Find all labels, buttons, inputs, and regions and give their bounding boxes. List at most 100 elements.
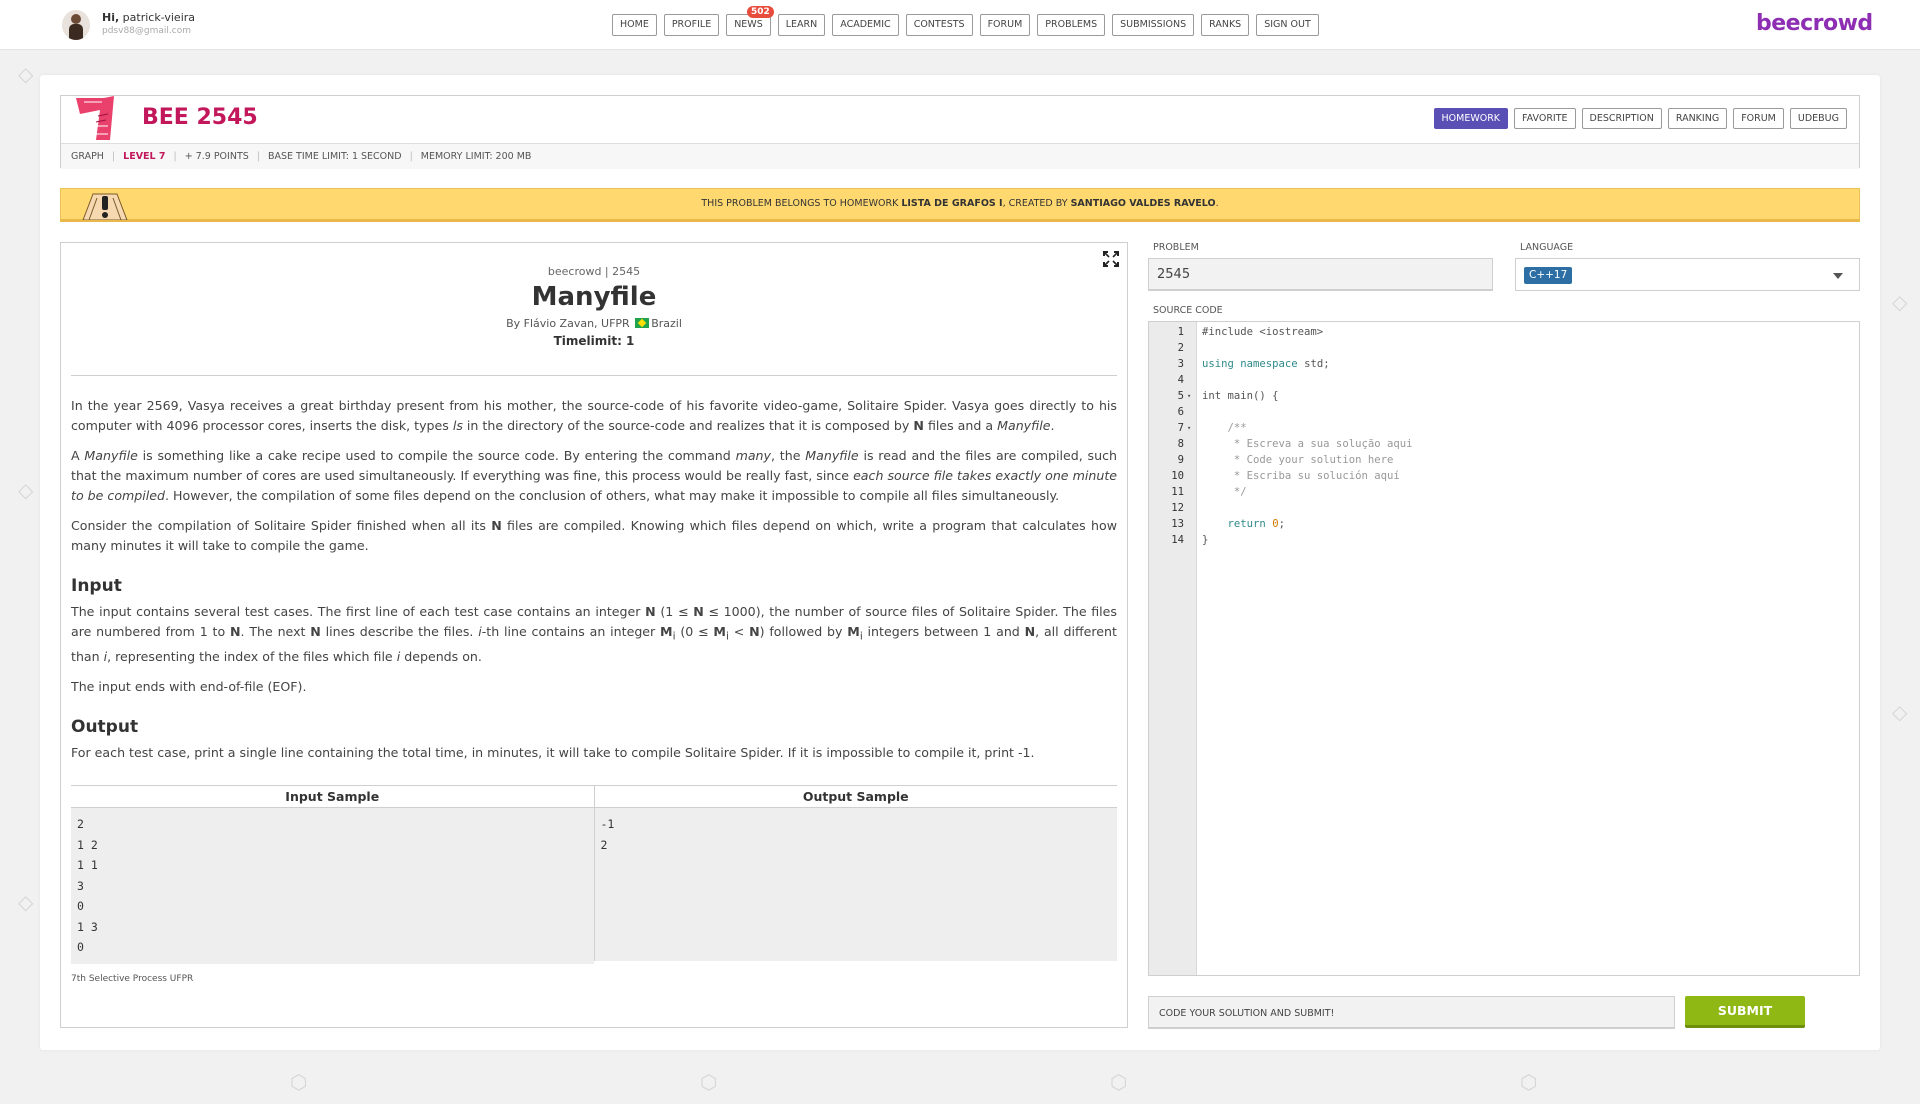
banner-suffix: . [1215,198,1219,209]
banner-middle: , CREATED BY [1002,198,1068,209]
nav-news[interactable]: NEWS 502 [726,6,774,36]
samples-table: Input Sample 2 1 2 1 1 3 0 1 3 0 Output … [71,785,1117,964]
avatar-head [71,14,81,24]
brazil-flag-icon [635,318,650,328]
code-line: 3 using namespace std; [1149,356,1859,372]
input-sample-column: Input Sample 2 1 2 1 1 3 0 1 3 0 [71,786,594,964]
info-separator: | [409,151,413,162]
statement-title: Manyfile [531,282,657,312]
line-number: 13 [1171,518,1184,530]
nav-academic[interactable]: ACADEMIC [832,14,899,36]
problem-statement-panel: beecrowd | 2545 Manyfile By Flávio Zavan… [60,242,1128,1028]
background-pattern-icon: ◇ [18,890,34,914]
problem-field-label: PROBLEM [1153,242,1199,253]
code-text: #include <iostream> [1202,326,1324,338]
statement-paragraph: In the year 2569, Vasya receives a great… [71,398,1117,433]
output-sample-header: Output Sample [594,786,1117,808]
input-sample-header: Input Sample [71,786,594,808]
info-separator: | [173,151,177,162]
code-text: int main() { [1202,390,1279,402]
main-nav: HOME PROFILE NEWS 502 LEARN ACADEMIC CON… [612,6,1319,36]
code-line: 1 #include <iostream> [1149,324,1859,340]
background-pattern-icon: ⬡ [1110,1070,1128,1094]
nav-sign-out[interactable]: SIGN OUT [1256,14,1319,36]
line-number: 3 [1177,358,1184,370]
input-paragraph: The input contains several test cases. T… [71,604,1117,664]
tab-udebug[interactable]: UDEBUG [1789,108,1847,129]
input-section-title: Input [71,576,122,596]
statement-author: By Flávio Zavan, UFPR Brazil [61,317,1127,330]
tab-homework[interactable]: HOMEWORK [1433,108,1509,129]
code-text: /** [1202,422,1247,434]
code-text: * Code your solution here [1202,454,1394,466]
code-line: 9 * Code your solution here [1149,452,1859,468]
avatar-body [69,24,83,40]
code-line: 5 ▾ int main() { [1149,388,1859,404]
code-line: 14} [1149,532,1859,548]
nav-learn[interactable]: LEARN [777,14,826,36]
homework-banner-text: THIS PROBLEM BELONGS TO HOMEWORK LISTA D… [61,189,1859,219]
line-number: 14 [1171,534,1184,546]
nav-news-label: NEWS [734,19,763,30]
nav-problems[interactable]: PROBLEMS [1037,14,1106,36]
problem-memory-limit: MEMORY LIMIT: 200 MB [420,151,532,162]
problem-title: BEE 2545 [142,105,258,130]
line-number: 4 [1177,374,1184,386]
line-number: 9 [1177,454,1184,466]
nav-home[interactable]: HOME [612,14,657,36]
input-paragraph: The input ends with end-of-file (EOF). [71,678,307,694]
top-navigation-bar: Hi, patrick-vieira pdsv88@gmail.com HOME… [0,0,1920,50]
background-pattern-icon: ⬡ [700,1070,718,1094]
line-number: 5 [1177,390,1184,402]
code-line: 2 [1149,340,1859,356]
code-line: 8 * Escreva a sua solução aqui [1149,436,1859,452]
nav-profile[interactable]: PROFILE [663,14,720,36]
background-pattern-icon: ◇ [18,478,34,502]
code-text: * Escreva a sua solução aqui [1202,438,1413,450]
tab-favorite[interactable]: FAVORITE [1514,108,1576,129]
problem-category[interactable]: GRAPH [71,151,104,162]
statement-header: beecrowd | 2545 Manyfile By Flávio Zavan… [61,265,1127,348]
code-line: 6 [1149,404,1859,420]
language-field-label: LANGUAGE [1520,242,1574,253]
homework-author: SANTIAGO VALDES RAVELO [1070,198,1216,209]
code-editor[interactable]: 1 #include <iostream> 2 3 using namespace st… [1148,321,1860,976]
output-sample-content: -1 2 [594,808,1117,961]
statement-breadcrumb: beecrowd | 2545 [547,265,641,278]
avatar[interactable] [62,10,90,40]
info-separator: | [111,151,116,162]
brand-logo[interactable]: beecrowd [1756,11,1873,36]
greeting-word: Hi, [102,11,120,24]
homework-link[interactable]: LISTA DE GRAFOS I [901,198,1002,209]
code-line: 13 return 0; [1149,516,1859,532]
line-number: 7 [1177,422,1184,434]
problem-number-input[interactable]: 2545 [1148,258,1493,291]
code-line: 7 ▾ /** [1149,420,1859,436]
fold-arrow-icon[interactable]: ▾ [1187,420,1191,436]
code-line: 10 * Escriba su solución aquí [1149,468,1859,484]
code-line: 11 */ [1149,484,1859,500]
nav-ranks[interactable]: RANKS [1201,14,1250,36]
problem-points: + 7.9 POINTS [184,151,249,162]
nav-submissions[interactable]: SUBMISSIONS [1112,14,1195,36]
code-text: return 0; [1227,518,1285,530]
tab-description[interactable]: DESCRIPTION [1581,108,1662,129]
problem-source: 7th Selective Process UFPR [71,974,194,984]
banner-prefix: THIS PROBLEM BELONGS TO HOMEWORK [701,198,899,209]
output-paragraph: For each test case, print a single line … [71,744,1035,760]
user-name[interactable]: patrick-vieira [123,11,195,24]
user-greeting: Hi, patrick-vieira [102,11,195,24]
code-text: */ [1202,486,1247,498]
line-number: 12 [1171,502,1184,514]
problem-tabs: HOMEWORK FAVORITE DESCRIPTION RANKING FO… [1433,108,1847,129]
tab-forum[interactable]: FORUM [1733,108,1784,129]
fold-arrow-icon[interactable]: ▾ [1187,388,1191,404]
tab-ranking[interactable]: RANKING [1667,108,1728,129]
submit-button[interactable]: SUBMIT [1685,996,1805,1028]
author-text: By Flávio Zavan, UFPR [506,317,630,330]
code-text: } [1202,534,1209,546]
nav-forum[interactable]: FORUM [979,14,1031,36]
language-select[interactable]: C++17 [1515,258,1860,291]
nav-contests[interactable]: CONTESTS [905,14,973,36]
line-number: 1 [1177,326,1184,338]
